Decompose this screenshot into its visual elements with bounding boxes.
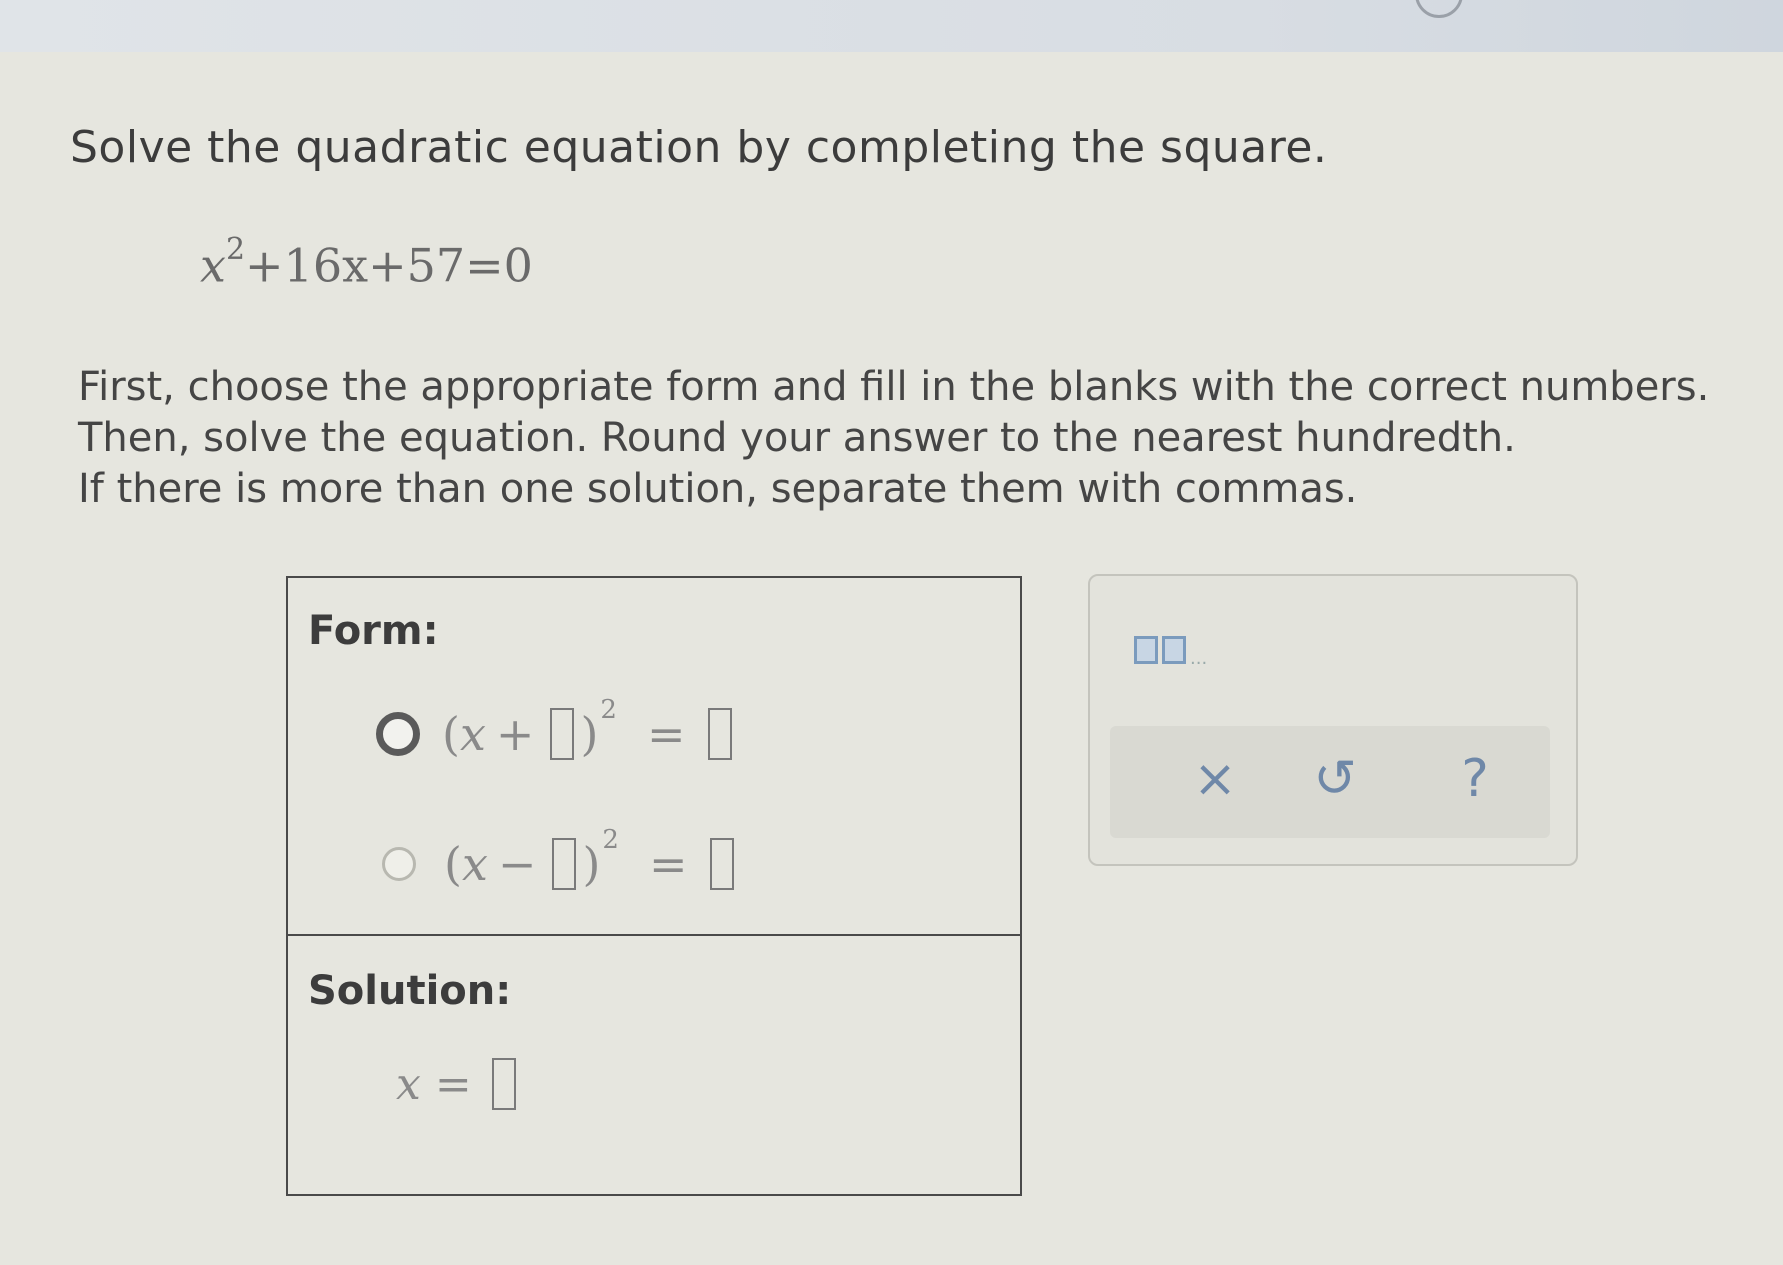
form-expression-minus: ( x − ) 2 =	[444, 825, 740, 891]
form-exponent: 2	[602, 825, 619, 855]
equation-variable: x	[200, 238, 226, 293]
solution-blank[interactable]	[491, 1058, 516, 1110]
instructions: First, choose the appropriate form and f…	[78, 362, 1778, 515]
template-dots: ...	[1190, 648, 1208, 669]
instruction-line-1: First, choose the appropriate form and f…	[78, 364, 1710, 410]
close-paren: )	[580, 707, 599, 761]
undo-button[interactable]: ↺	[1300, 744, 1370, 814]
equation-rest: +16x+57=0	[245, 238, 533, 293]
form-label: Form:	[308, 608, 439, 654]
solution-variable: x	[396, 1058, 421, 1110]
form-blank-rhs[interactable]	[707, 708, 732, 760]
math-toolbar-panel: ... × ↺ ?	[1088, 574, 1578, 866]
form-variable: x	[461, 837, 488, 891]
question-page: Solve the quadratic equation by completi…	[0, 0, 1783, 1265]
open-paren: (	[444, 837, 462, 891]
close-paren: )	[582, 837, 601, 891]
open-paren: (	[442, 707, 460, 761]
form-blank-constant[interactable]	[552, 838, 577, 890]
solution-line: x =	[396, 1058, 522, 1110]
radio-option-minus[interactable]	[382, 847, 416, 881]
blank-comma-blank-button[interactable]: ...	[1130, 632, 1211, 668]
form-option-plus[interactable]: ( x + ) 2 =	[376, 694, 738, 774]
equation-exponent: 2	[225, 232, 246, 267]
equals-sign: =	[646, 707, 686, 761]
form-variable: x	[459, 707, 486, 761]
plus-sign: +	[495, 707, 535, 761]
form-blank-constant[interactable]	[550, 708, 575, 760]
question-prompt: Solve the quadratic equation by completi…	[70, 122, 1328, 173]
form-expression-plus: ( x + ) 2 =	[442, 695, 738, 761]
form-section: Form: ( x + ) 2 = ( x −) 2 =	[288, 578, 1020, 936]
solution-equals: =	[434, 1058, 472, 1110]
toolbar-action-row: × ↺ ?	[1110, 726, 1550, 838]
blank-comma-blank-icon	[1134, 636, 1158, 664]
instruction-line-3: If there is more than one solution, sepa…	[78, 466, 1358, 512]
instruction-line-2: Then, solve the equation. Round your ans…	[78, 415, 1516, 461]
clear-button[interactable]: ×	[1180, 744, 1250, 814]
form-exponent: 2	[600, 695, 617, 725]
solution-label: Solution:	[308, 968, 512, 1014]
form-option-minus[interactable]: ( x − ) 2 =	[376, 824, 740, 904]
radio-option-plus[interactable]	[376, 712, 420, 756]
help-button[interactable]: ?	[1440, 744, 1510, 814]
form-blank-rhs[interactable]	[709, 838, 734, 890]
quadratic-equation: x2+16x+57=0	[200, 232, 533, 293]
equals-sign: =	[648, 837, 688, 891]
answer-box: Form: ( x + ) 2 = ( x −) 2 = Solution: …	[286, 576, 1022, 1196]
minus-sign: −	[497, 837, 537, 891]
blank-square-icon	[1162, 636, 1186, 664]
